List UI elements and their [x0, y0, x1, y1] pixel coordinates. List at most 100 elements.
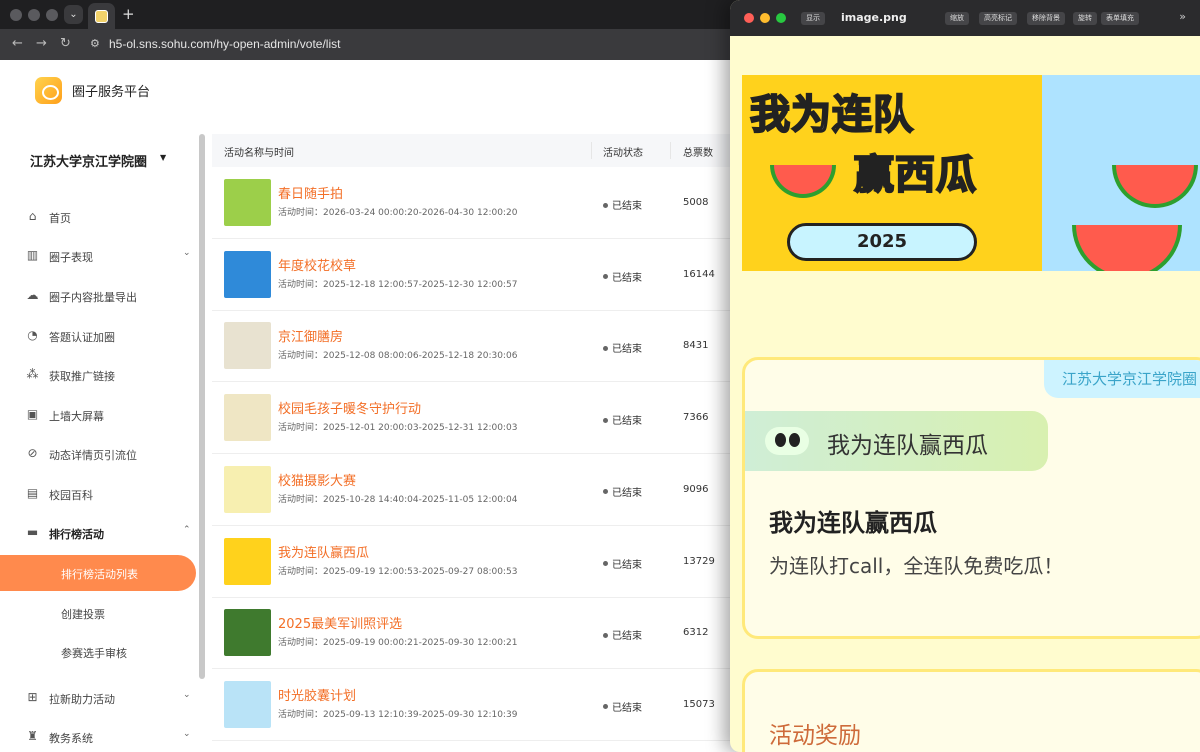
- activity-thumbnail[interactable]: [224, 537, 271, 585]
- ranking-icon: ▬: [26, 525, 39, 539]
- chevron-down-icon: ⌄: [183, 248, 191, 258]
- sidebar-scrollbar[interactable]: [199, 134, 205, 679]
- sidebar-subitem-create-vote[interactable]: 创建投票: [0, 595, 200, 631]
- sidebar-item-label: 校园百科: [49, 489, 93, 502]
- activity-title-link[interactable]: 我为连队赢西瓜: [278, 546, 428, 562]
- platform-brand-name: 圈子服务平台: [72, 85, 151, 100]
- banner-title-line1: 我为连队: [749, 92, 914, 138]
- platform-logo: [35, 77, 62, 104]
- sidebar-item-ranking-activity[interactable]: ▬ 排行榜活动 ⌃: [0, 515, 200, 551]
- activity-title-link[interactable]: 京江御膳房: [278, 330, 428, 346]
- activity-thumbnail[interactable]: [224, 322, 271, 370]
- activity-thumbnail[interactable]: [224, 465, 271, 513]
- status-cell: 已结束: [603, 269, 642, 284]
- viewer-minimize-button[interactable]: [760, 13, 770, 23]
- status-dot-icon: [603, 632, 608, 638]
- url-field[interactable]: h5-ol.sns.sohu.com/hy-open-admin/vote/li…: [109, 37, 340, 51]
- sidebar-subitem-contestant-review[interactable]: 参赛选手审核: [0, 634, 200, 670]
- browser-tab[interactable]: [88, 3, 115, 29]
- viewer-maximize-button[interactable]: [776, 13, 786, 23]
- sidebar-subitem-label: 参赛选手审核: [61, 647, 127, 660]
- sidebar-subitem-label: 排行榜活动列表: [61, 568, 138, 581]
- sidebar-item-academic-system[interactable]: ♜ 教务系统 ⌄: [0, 719, 200, 752]
- window-minimize-button[interactable]: [28, 9, 40, 21]
- sidebar-item-label: 获取推广链接: [49, 370, 115, 383]
- activity-title-link[interactable]: 春日随手拍: [278, 187, 428, 203]
- viewer-zoom-button[interactable]: 缩放: [945, 12, 969, 25]
- activity-time: 活动时间：2025-12-08 08:00:06-2025-12-18 20:3…: [278, 351, 518, 362]
- share-icon: ⁂: [26, 367, 39, 381]
- status-dot-icon: [603, 561, 608, 566]
- activity-time: 活动时间：2025-10-28 14:40:04-2025-11-05 12:0…: [278, 494, 518, 505]
- table-row: 校猫摄影大赛活动时间：2025-10-28 14:40:04-2025-11-0…: [212, 454, 752, 526]
- header-votes: 总票数: [683, 148, 713, 159]
- viewer-highlight-button[interactable]: 高亮标记: [979, 12, 1017, 25]
- sidebar-item-big-screen[interactable]: ▣ 上墙大屏幕: [0, 397, 200, 433]
- viewer-filename: image.png: [841, 11, 907, 24]
- reward-section-title: 活动奖励: [769, 723, 861, 749]
- activity-banner-image: 我为连队 赢西瓜 2025: [742, 75, 1200, 271]
- sidebar-item-quiz-join[interactable]: ◔ 答题认证加圈: [0, 318, 200, 354]
- activity-thumbnail[interactable]: [224, 179, 271, 226]
- votes-cell: 6312: [683, 627, 709, 639]
- new-tab-button[interactable]: +: [122, 5, 135, 23]
- status-text: 已结束: [612, 487, 642, 499]
- window-maximize-button[interactable]: [46, 9, 58, 21]
- activity-subtitle: 为连队打call，全连队免费吃瓜！: [769, 554, 1064, 578]
- activity-thumbnail[interactable]: [224, 394, 271, 442]
- sidebar-item-label: 教务系统: [49, 732, 93, 745]
- sidebar-item-traffic-slot[interactable]: ⊘ 动态详情页引流位: [0, 436, 200, 472]
- sidebar-subitem-ranking-list[interactable]: 排行榜活动列表: [0, 555, 196, 591]
- votes-cell: 13729: [683, 555, 715, 567]
- status-cell: 已结束: [603, 197, 642, 212]
- circle-selector[interactable]: 江苏大学京江学院圈: [30, 151, 147, 170]
- screen-icon: ▣: [26, 407, 39, 421]
- sidebar-item-circle-performance[interactable]: ▥ 圈子表现 ⌄: [0, 238, 200, 274]
- sidebar-item-bulk-export[interactable]: ☁ 圈子内容批量导出: [0, 278, 200, 314]
- activity-title-link[interactable]: 校园毛孩子暖冬守护行动: [278, 402, 428, 418]
- activity-thumbnail[interactable]: [224, 680, 271, 728]
- window-close-button[interactable]: [10, 9, 22, 21]
- viewer-rotate-button[interactable]: 旋转: [1073, 12, 1097, 25]
- header-name: 活动名称与时间: [224, 148, 294, 159]
- circle-tag: 江苏大学京江学院圈: [1043, 360, 1200, 398]
- forward-arrow-icon[interactable]: →: [36, 36, 47, 51]
- back-arrow-icon[interactable]: ←: [12, 36, 23, 51]
- reload-icon[interactable]: ↻: [60, 36, 71, 51]
- table-row: 时光胶囊计划活动时间：2025-09-13 12:10:39-2025-09-3…: [212, 669, 752, 741]
- caret-down-icon[interactable]: ▼: [160, 153, 166, 162]
- activity-title-link[interactable]: 年度校花校草: [278, 259, 428, 275]
- activity-title-link[interactable]: 校猫摄影大赛: [278, 474, 428, 490]
- sidebar-item-referral-boost[interactable]: ⊞ 拉新助力活动 ⌄: [0, 680, 200, 716]
- bar-chart-icon: ▥: [26, 248, 39, 262]
- activity-time: 活动时间：2025-09-13 12:10:39-2025-09-30 12:1…: [278, 709, 518, 720]
- viewer-remove-bg-button[interactable]: 移除背景: [1027, 12, 1065, 25]
- status-cell: 已结束: [603, 412, 642, 427]
- sidebar-item-campus-wiki[interactable]: ▤ 校园百科: [0, 476, 200, 512]
- link-icon: ⊘: [27, 446, 38, 460]
- votes-cell: 16144: [683, 268, 715, 280]
- activity-time: 活动时间：2025-09-19 00:00:21-2025-09-30 12:0…: [278, 638, 518, 649]
- sidebar-item-label: 上墙大屏幕: [49, 410, 104, 423]
- activity-time: 活动时间：2025-09-19 12:00:53-2025-09-27 08:0…: [278, 566, 518, 577]
- activity-thumbnail[interactable]: [224, 609, 271, 657]
- status-dot-icon: [603, 417, 608, 423]
- activity-title-link[interactable]: 时光胶囊计划: [278, 689, 428, 705]
- viewer-form-fill-button[interactable]: 表单填充: [1101, 12, 1139, 25]
- sidebar-item-promo-link[interactable]: ⁂ 获取推广链接: [0, 357, 200, 393]
- activity-title-link[interactable]: 2025最美军训照评选: [278, 617, 428, 633]
- graduation-cap-icon: ♜: [27, 729, 38, 743]
- more-chevrons-icon[interactable]: »: [1179, 10, 1186, 23]
- chevron-down-icon: ⌄: [183, 729, 191, 739]
- chevron-down-icon: ⌄: [69, 9, 78, 20]
- site-info-icon[interactable]: ⚙: [90, 37, 103, 50]
- sidebar-item-home[interactable]: ⌂ 首页: [0, 199, 200, 235]
- table-row: 校园毛孩子暖冬守护行动 活动时间：2025-12-01 20:00:03-2025…: [212, 382, 752, 455]
- viewer-titlebar: 显示 image.png 缩放 高亮标记 移除背景 旋转 表单填充 »: [730, 0, 1200, 36]
- eye-icon: [775, 433, 786, 447]
- activity-thumbnail[interactable]: [224, 250, 271, 298]
- viewer-close-button[interactable]: [744, 13, 754, 23]
- tab-search-button[interactable]: ⌄: [64, 5, 83, 24]
- status-text: 已结束: [612, 631, 642, 643]
- viewer-display-button[interactable]: 显示: [801, 12, 825, 25]
